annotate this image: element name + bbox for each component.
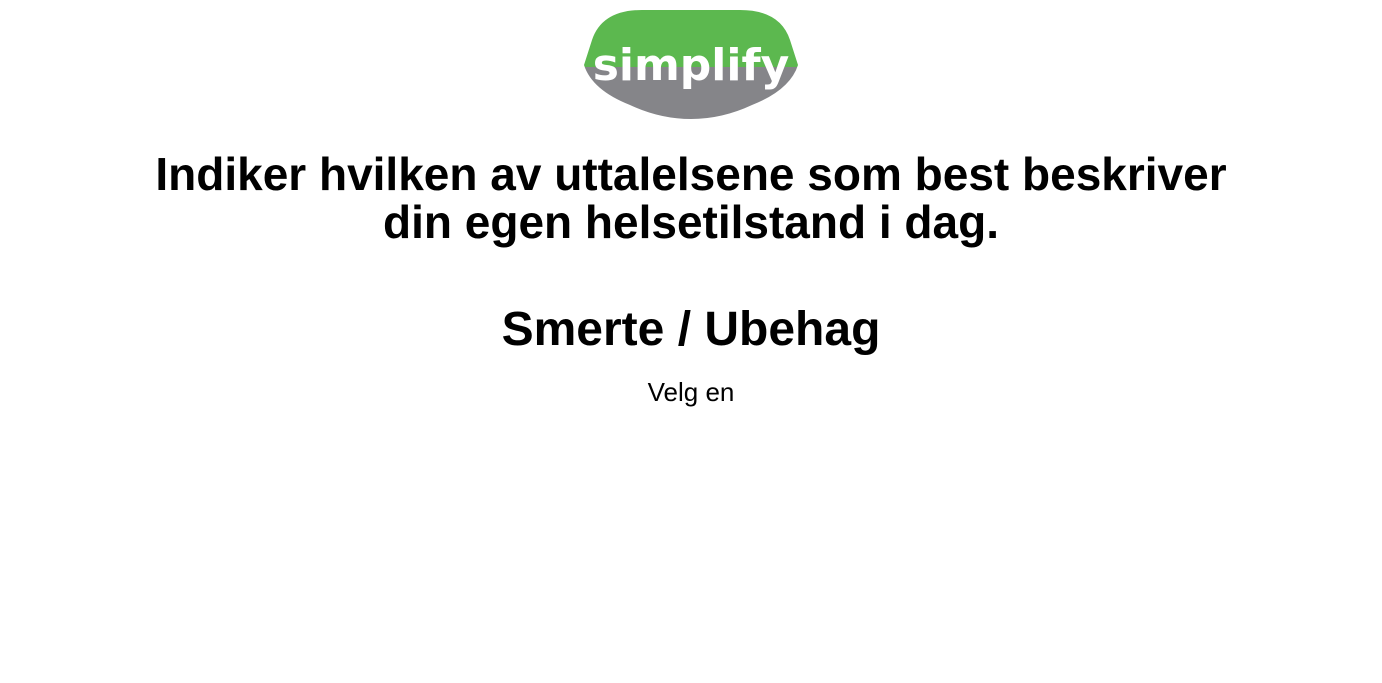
question-heading: Indiker hvilken av uttalelsene som best … — [0, 150, 1382, 246]
dimension-title: Smerte / Ubehag — [501, 303, 881, 356]
simplify-logo: simplify — [582, 10, 800, 120]
question-line-2: din egen helsetilstand i dag. — [383, 196, 999, 248]
question-line-1: Indiker hvilken av uttalelsene som best … — [155, 148, 1227, 200]
logo-badge: simplify — [584, 10, 798, 119]
instruction-text: Velg en — [647, 377, 735, 407]
logo-text: simplify — [593, 40, 790, 91]
